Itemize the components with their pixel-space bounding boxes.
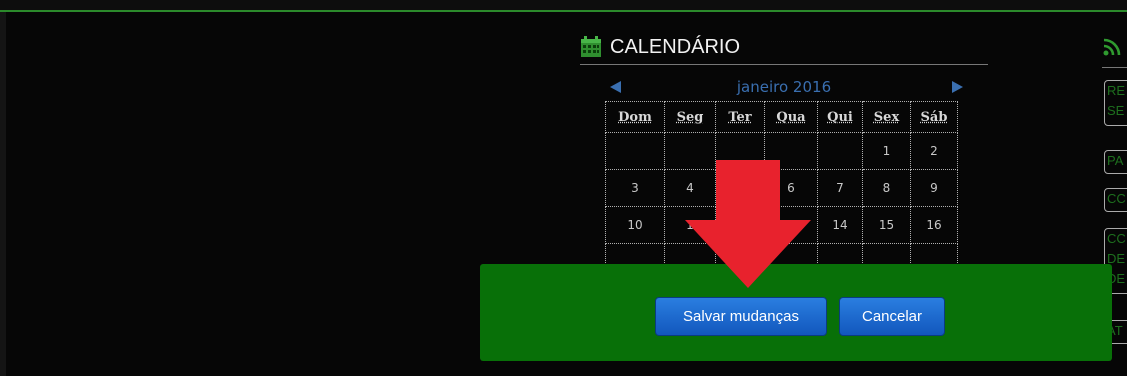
- calendar-day-cell[interactable]: 8: [862, 169, 911, 207]
- weekday-header: Sex: [862, 101, 911, 133]
- next-month-icon[interactable]: [952, 81, 963, 93]
- month-label: janeiro 2016: [736, 78, 832, 96]
- sidebar-link[interactable]: PA: [1104, 150, 1127, 174]
- calendar-day-cell[interactable]: 10: [605, 206, 665, 244]
- left-border: [0, 12, 6, 376]
- calendar-day-cell[interactable]: 7: [817, 169, 863, 207]
- weekday-row: Dom Seg Ter Qua Qui Sex Sáb: [605, 101, 958, 133]
- weekday-header: Seg: [664, 101, 716, 133]
- calendar-widget: CALENDÁRIO janeiro 2016: [580, 30, 990, 96]
- weekday-header: Qua: [764, 101, 818, 133]
- sidebar-link[interactable]: RE SE: [1104, 80, 1127, 126]
- calendar-header: CALENDÁRIO: [580, 30, 988, 65]
- cancel-button[interactable]: Cancelar: [839, 297, 945, 336]
- weekday-header: Dom: [605, 101, 665, 133]
- right-divider: [1102, 67, 1127, 68]
- calendar-day-cell[interactable]: 16: [910, 206, 958, 244]
- save-changes-button[interactable]: Salvar mudanças: [655, 297, 827, 336]
- calendar-day-cell[interactable]: 3: [605, 169, 665, 207]
- calendar-day-cell[interactable]: 14: [817, 206, 863, 244]
- calendar-day-cell[interactable]: 2: [910, 132, 958, 170]
- rss-icon: [1103, 38, 1121, 56]
- calendar-day-cell[interactable]: 15: [862, 206, 911, 244]
- calendar-nav: janeiro 2016: [605, 78, 963, 98]
- weekday-header: Qui: [817, 101, 863, 133]
- weekday-header: Sáb: [910, 101, 958, 133]
- down-arrow-icon: [685, 160, 811, 288]
- top-bar: [0, 0, 1127, 12]
- calendar-title: CALENDÁRIO: [610, 35, 741, 58]
- calendar-day-cell[interactable]: [817, 132, 863, 170]
- calendar-icon: [581, 36, 601, 57]
- calendar-day-cell[interactable]: [605, 132, 665, 170]
- weekday-header: Ter: [715, 101, 765, 133]
- calendar-day-cell[interactable]: 9: [910, 169, 958, 207]
- sidebar-link[interactable]: CC: [1104, 188, 1127, 212]
- calendar-day-cell[interactable]: 1: [862, 132, 911, 170]
